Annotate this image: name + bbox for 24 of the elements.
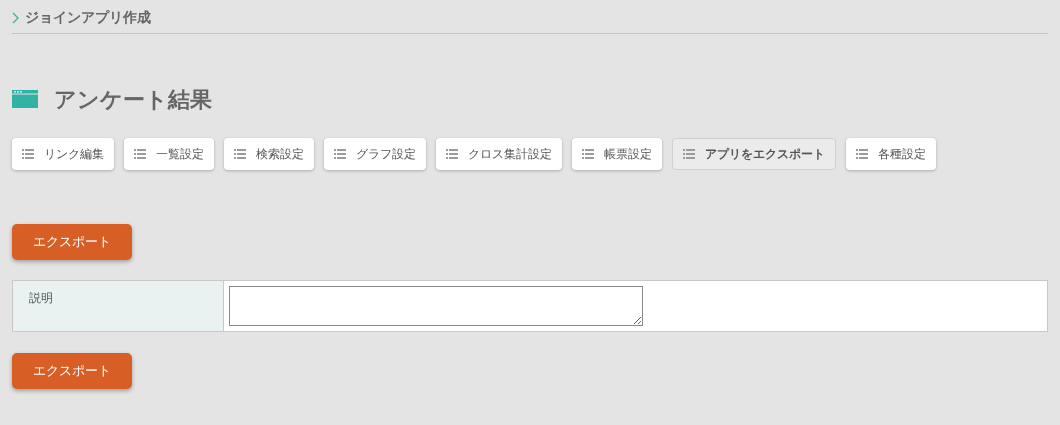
list-icon: [134, 149, 146, 159]
list-icon: [234, 149, 246, 159]
tab[interactable]: 各種設定: [846, 138, 936, 170]
export-button[interactable]: エクスポート: [12, 224, 132, 260]
export-button[interactable]: エクスポート: [12, 353, 132, 389]
chevron-right-icon: [12, 11, 19, 24]
list-icon: [22, 149, 34, 159]
list-icon: [334, 149, 346, 159]
tab[interactable]: グラフ設定: [324, 138, 426, 170]
list-icon: [582, 149, 594, 159]
breadcrumb: ジョインアプリ作成: [25, 8, 151, 27]
list-icon: [446, 149, 458, 159]
tab[interactable]: 検索設定: [224, 138, 314, 170]
tab[interactable]: 帳票設定: [572, 138, 662, 170]
description-field[interactable]: [229, 286, 643, 326]
list-icon: [856, 149, 868, 159]
tab[interactable]: クロス集計設定: [436, 138, 562, 170]
tab[interactable]: 一覧設定: [124, 138, 214, 170]
list-icon: [683, 149, 695, 159]
tab[interactable]: リンク編集: [12, 138, 114, 170]
window-icon: [12, 90, 38, 108]
form-label-cell: 説明: [13, 281, 224, 331]
page-title: アンケート結果: [54, 85, 212, 114]
tab[interactable]: アプリをエクスポート: [672, 138, 836, 170]
